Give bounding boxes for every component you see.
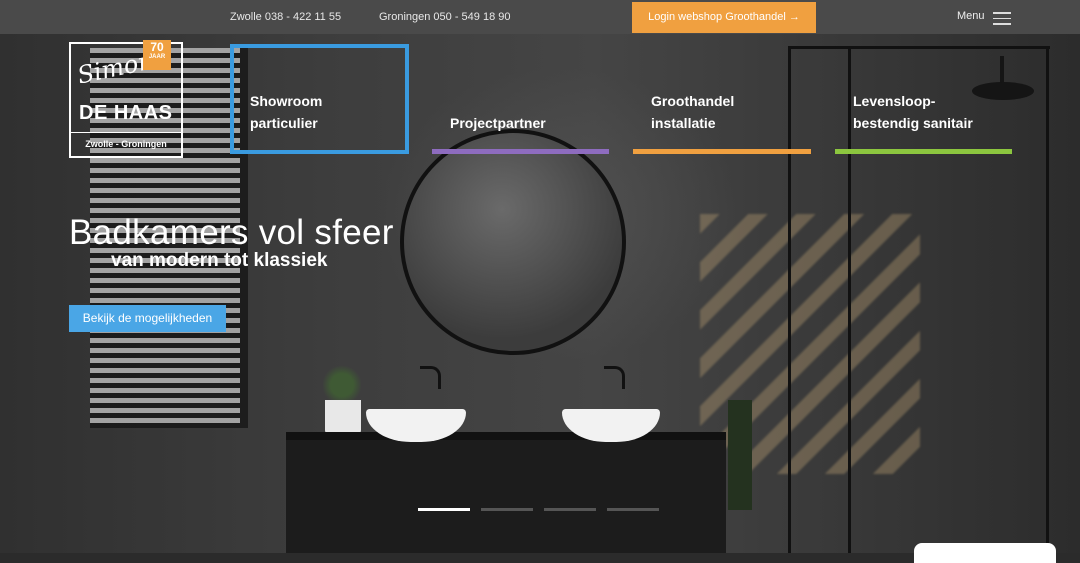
view-options-button[interactable]: Bekijk de mogelijkheden (69, 305, 226, 332)
hero-headline: Badkamers vol sfeer (69, 213, 394, 252)
phone-zwolle-link[interactable]: Zwolle 038 - 422 11 55 (230, 11, 341, 23)
top-bar: Zwolle 038 - 422 11 55 Groningen 050 - 5… (0, 0, 1080, 34)
tap-right-image (604, 366, 625, 389)
login-webshop-button[interactable]: Login webshop Groothandel → (632, 2, 816, 33)
logo-location-text: Zwolle - Groningen (85, 139, 167, 149)
badge-text: JAAR (148, 54, 166, 60)
login-webshop-label: Login webshop Groothandel (648, 11, 786, 23)
floating-widget-tab[interactable] (914, 543, 1056, 563)
category-underline (633, 149, 811, 154)
category-underline (835, 149, 1012, 154)
menu-button[interactable]: Menu (957, 10, 1011, 25)
slider-pagination (418, 508, 666, 512)
category-label: Groothandel installatie (651, 93, 735, 131)
vanity-cabinet-image (286, 432, 726, 553)
category-underline (432, 149, 609, 154)
slider-dot-4[interactable] (607, 508, 659, 511)
logo-divider (71, 132, 181, 133)
plant-pot-image (325, 400, 361, 436)
slider-dot-1[interactable] (418, 508, 470, 511)
category-levensloop[interactable]: Levensloop-bestendig sanitair (835, 46, 1012, 154)
category-showroom[interactable]: Showroom particulier (230, 44, 409, 154)
logo-name-text: DE HAAS (79, 102, 173, 124)
anniversary-badge: 70 JAAR (143, 40, 171, 70)
hamburger-icon (993, 12, 1011, 29)
hero-subheadline: van modern tot klassiek (111, 250, 328, 271)
category-projectpartner[interactable]: Projectpartner (432, 46, 609, 154)
phone-groningen-link[interactable]: Groningen 050 - 549 18 90 (379, 11, 511, 23)
badge-number: 70 (150, 40, 164, 54)
round-mirror-image (400, 129, 626, 355)
slider-dot-3[interactable] (544, 508, 596, 511)
category-label: Levensloop-bestendig sanitair (853, 93, 973, 131)
category-label: Projectpartner (450, 115, 546, 131)
logo[interactable]: Simon DE HAAS Zwolle - Groningen 70 JAAR (69, 40, 183, 158)
towel-image (728, 400, 752, 510)
arrow-right-icon: → (788, 11, 800, 23)
slider-dot-2[interactable] (481, 508, 533, 511)
menu-label: Menu (957, 10, 985, 22)
tap-left-image (420, 366, 441, 389)
category-groothandel[interactable]: Groothandel installatie (633, 46, 811, 154)
category-label: Showroom particulier (250, 93, 323, 131)
shower-frame-right (1046, 46, 1049, 553)
